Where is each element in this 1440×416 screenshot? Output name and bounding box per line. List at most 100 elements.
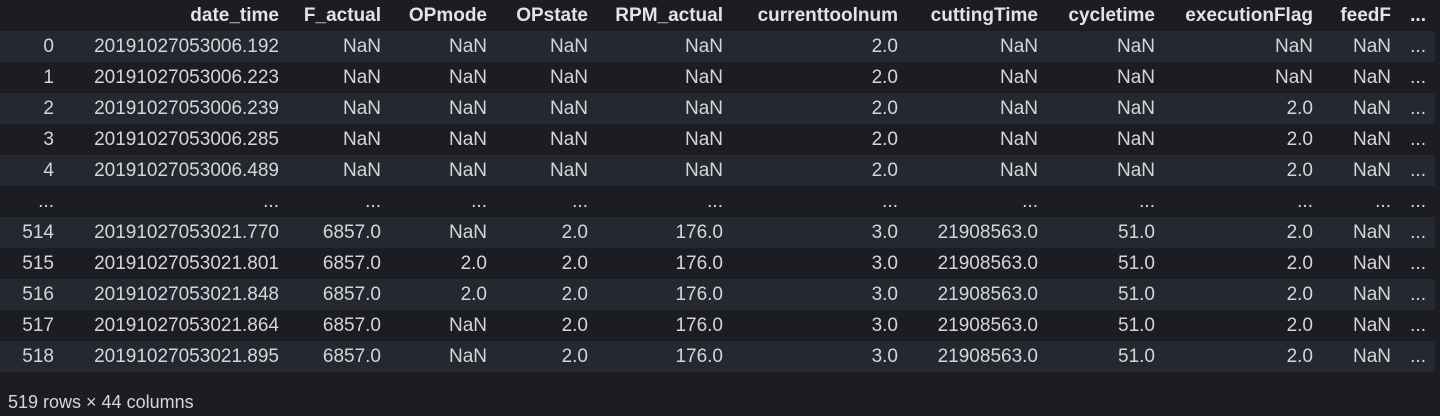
table-cell: ... (1297, 190, 1313, 212)
table-cell: NaN (342, 97, 381, 119)
table-cell: NaN (684, 128, 723, 150)
table-cell: NaN (549, 35, 588, 57)
row-index: 4 (43, 159, 54, 181)
row-index: 518 (22, 345, 54, 367)
table-cell: 2.0 (1286, 97, 1313, 119)
table-cell: 3.0 (871, 345, 898, 367)
table-cell: NaN (549, 66, 588, 88)
table-cell: 2.0 (561, 283, 588, 305)
dataframe-shape-summary: 519 rows × 44 columns (8, 392, 194, 412)
table-cell: ... (471, 190, 487, 212)
table-cell: 51.0 (1118, 252, 1155, 274)
table-cell: 2.0 (871, 66, 898, 88)
table-cell: NaN (448, 314, 487, 336)
table-cell: NaN (342, 66, 381, 88)
row-index: 2 (43, 97, 54, 119)
table-cell: 3.0 (871, 221, 898, 243)
table-cell: 2.0 (1286, 221, 1313, 243)
table-cell: NaN (999, 128, 1038, 150)
table-cell: 6857.0 (322, 252, 381, 274)
table-cell: ... (1410, 252, 1426, 274)
table-cell: 2.0 (871, 35, 898, 57)
table-cell: 176.0 (675, 314, 723, 336)
table-cell: NaN (999, 35, 1038, 57)
table-cell: NaN (999, 97, 1038, 119)
table-cell: 6857.0 (322, 221, 381, 243)
table-cell: 2.0 (1286, 159, 1313, 181)
table-cell: ... (1410, 97, 1426, 119)
table-cell: ... (365, 190, 381, 212)
table-cell: 21908563.0 (937, 345, 1038, 367)
table-cell: 2.0 (561, 314, 588, 336)
column-header: OPmode (408, 4, 487, 26)
table-cell: ... (1410, 190, 1426, 212)
table-cell: 2.0 (561, 252, 588, 274)
table-cell: NaN (1352, 97, 1391, 119)
table-cell: NaN (549, 97, 588, 119)
table-cell: ... (1410, 159, 1426, 181)
table-cell: NaN (1116, 35, 1155, 57)
table-row: 517 20191027053021.864 6857.0 NaN 2.0 176.0 3.… (0, 310, 1435, 341)
table-cell: 21908563.0 (937, 283, 1038, 305)
table-cell: 2.0 (1286, 128, 1313, 150)
table-cell: NaN (549, 159, 588, 181)
table-cell: ... (1139, 190, 1155, 212)
table-cell: NaN (1352, 252, 1391, 274)
table-cell: 20191027053021.895 (94, 345, 279, 367)
table-cell: 20191027053006.192 (94, 35, 279, 57)
table-cell: 20191027053006.239 (94, 97, 279, 119)
table-row: 3 20191027053006.285 NaN NaN NaN NaN 2.0 NaN NaN… (0, 124, 1435, 155)
row-index: 1 (43, 66, 54, 88)
table-cell: NaN (1116, 66, 1155, 88)
table-cell: ... (707, 190, 723, 212)
table-cell: NaN (448, 159, 487, 181)
dataframe-output: date_time F_actual OPmode OPstate RPM_actual… (0, 0, 1440, 416)
table-cell: 3.0 (871, 314, 898, 336)
table-cell: NaN (999, 159, 1038, 181)
table-cell: NaN (342, 128, 381, 150)
table-cell: 2.0 (561, 345, 588, 367)
table-cell: NaN (342, 35, 381, 57)
table-cell: NaN (448, 97, 487, 119)
column-header: executionFlag (1185, 4, 1313, 26)
row-index: ... (38, 190, 54, 212)
table-cell: 3.0 (871, 283, 898, 305)
table-cell: NaN (1352, 283, 1391, 305)
table-cell: 2.0 (1286, 283, 1313, 305)
column-header: feedF (1340, 4, 1391, 26)
table-cell: 51.0 (1118, 314, 1155, 336)
table-row: 4 20191027053006.489 NaN NaN NaN NaN 2.0 NaN NaN… (0, 155, 1435, 186)
table-cell: 21908563.0 (937, 252, 1038, 274)
table-row: 518 20191027053021.895 6857.0 NaN 2.0 176.0 3.… (0, 341, 1435, 372)
table-cell: 21908563.0 (937, 314, 1038, 336)
table-cell: NaN (448, 345, 487, 367)
column-header: F_actual (303, 4, 381, 26)
table-cell: ... (1410, 283, 1426, 305)
table-cell: ... (1410, 128, 1426, 150)
table-cell: ... (263, 190, 279, 212)
table-cell: ... (572, 190, 588, 212)
table-row: 2 20191027053006.239 NaN NaN NaN NaN 2.0 NaN NaN… (0, 93, 1435, 124)
table-cell: ... (1022, 190, 1038, 212)
table-cell: NaN (1352, 128, 1391, 150)
table-cell: ... (1410, 314, 1426, 336)
table-cell: NaN (1352, 35, 1391, 57)
table-cell: 51.0 (1118, 283, 1155, 305)
table-row: 0 20191027053006.192 NaN NaN NaN NaN 2.0 NaN NaN… (0, 31, 1435, 62)
table-row: 514 20191027053021.770 6857.0 NaN 2.0 176.0 3.… (0, 217, 1435, 248)
column-header: cycletime (1068, 4, 1155, 26)
table-cell: 51.0 (1118, 221, 1155, 243)
table-cell: NaN (684, 35, 723, 57)
table-cell: ... (1410, 221, 1426, 243)
table-body: 0 20191027053006.192 NaN NaN NaN NaN 2.0 NaN NaN… (0, 31, 1435, 372)
table-cell: 51.0 (1118, 345, 1155, 367)
column-header: ... (1410, 4, 1426, 26)
column-header: RPM_actual (615, 4, 723, 26)
table-cell: NaN (448, 35, 487, 57)
table-row: 515 20191027053021.801 6857.0 2.0 2.0 176.0 3.… (0, 248, 1435, 279)
table-cell: 20191027053021.848 (94, 283, 279, 305)
table-cell: NaN (1274, 66, 1313, 88)
table-cell: NaN (1352, 221, 1391, 243)
row-index: 3 (43, 128, 54, 150)
table-cell: 3.0 (871, 252, 898, 274)
